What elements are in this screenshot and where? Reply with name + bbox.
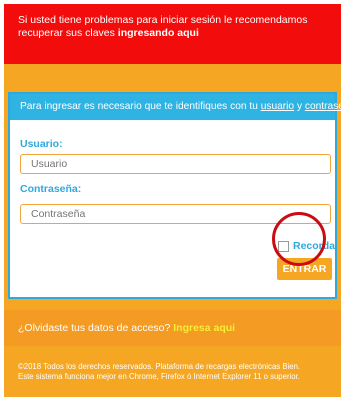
alert-recover-link[interactable]: ingresando aqui	[118, 27, 199, 39]
forgot-access-bar: ¿Olvidaste tus datos de acceso? Ingresa …	[4, 310, 341, 346]
password-label: Contraseña:	[20, 183, 82, 195]
user-label: Usuario:	[20, 138, 63, 150]
panel-intro-text: Para ingresar es necesario que te identi…	[20, 101, 261, 112]
highlight-circle	[272, 212, 326, 266]
password-link[interactable]: contraseña	[305, 101, 345, 112]
login-panel: Para ingresar es necesario que te identi…	[8, 92, 345, 299]
panel-and-text: y	[294, 101, 305, 112]
footer-copyright: ©2018 Todos los derechos reservados. Pla…	[18, 362, 301, 371]
usuario-link[interactable]: usuario	[261, 101, 294, 112]
footer-browser-note: Este sistema funciona mejor en Chrome, F…	[18, 372, 300, 381]
panel-header: Para ingresar es necesario que te identi…	[10, 94, 345, 120]
forgot-text: ¿Olvidaste tus datos de acceso?	[18, 322, 174, 334]
login-problem-alert: Si usted tiene problemas para iniciar se…	[4, 4, 341, 64]
footer: ©2018 Todos los derechos reservados. Pla…	[18, 362, 338, 382]
user-input[interactable]	[20, 154, 331, 174]
forgot-link[interactable]: Ingresa aqui	[173, 322, 235, 334]
